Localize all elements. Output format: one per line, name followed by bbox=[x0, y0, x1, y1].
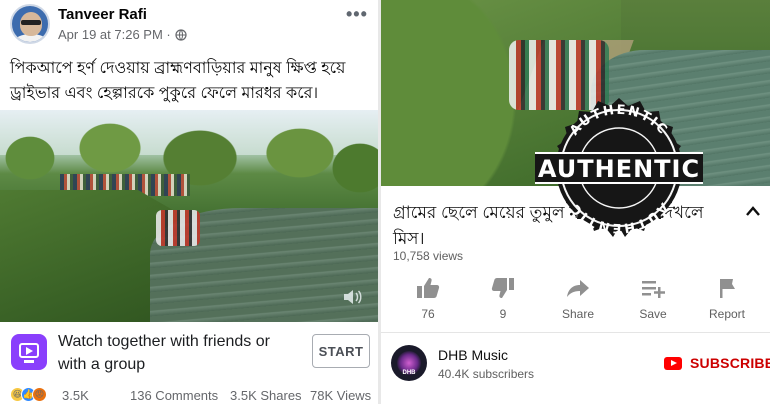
post-text: পিকআপে হর্ণ দেওয়ায় ব্রাহ্মণবাড়িয়ার ম… bbox=[10, 60, 346, 102]
youtube-page: গ্রামের ছেলে মেয়ের তুমুল মারামারি। না দ… bbox=[381, 0, 770, 404]
channel-avatar[interactable]: DHB bbox=[391, 345, 427, 381]
post-stats: 😆 👍 😡 3.5K 136 Comments 3.5K Shares 78K … bbox=[0, 384, 378, 404]
channel-name[interactable]: DHB Music bbox=[438, 347, 508, 363]
subscribe-label: SUBSCRIBE bbox=[690, 355, 770, 371]
share-label: Share bbox=[561, 307, 595, 321]
like-button[interactable]: 76 bbox=[396, 276, 460, 326]
save-label: Save bbox=[639, 307, 667, 321]
dislike-count: 9 bbox=[499, 307, 507, 321]
comments-count[interactable]: 136 Comments bbox=[130, 388, 218, 403]
author-avatar[interactable] bbox=[10, 4, 50, 44]
view-count: 10,758 views bbox=[393, 249, 464, 263]
channel-row: DHB DHB Music 40.4K subscribers SUBSCRIB… bbox=[381, 332, 770, 392]
watch-party-icon bbox=[11, 334, 47, 370]
timestamp-text: Apr 19 at 7:26 PM · bbox=[58, 27, 171, 42]
dislike-button[interactable]: 9 bbox=[471, 276, 535, 326]
save-button[interactable]: Save bbox=[621, 276, 685, 326]
post-header: Tanveer Rafi Apr 19 at 7:26 PM · ••• bbox=[0, 0, 378, 52]
subscriber-count: 40.4K subscribers bbox=[438, 367, 535, 381]
reaction-count[interactable]: 3.5K bbox=[62, 388, 89, 403]
thumbs-down-icon bbox=[491, 278, 514, 298]
watch-together-row: Watch together with friends or with a gr… bbox=[0, 322, 378, 384]
facebook-post: Tanveer Rafi Apr 19 at 7:26 PM · ••• পিক… bbox=[0, 0, 378, 404]
globe-icon bbox=[175, 28, 187, 41]
authentic-stamp: AUTHENTIC AUTHENTIC AUTHENTIC bbox=[535, 98, 703, 237]
like-count: 76 bbox=[421, 307, 435, 321]
thumbs-up-icon bbox=[417, 278, 440, 298]
subscribe-button[interactable]: SUBSCRIBE bbox=[664, 355, 770, 371]
author-name[interactable]: Tanveer Rafi bbox=[58, 6, 147, 23]
more-options-icon[interactable]: ••• bbox=[346, 4, 368, 25]
shares-count[interactable]: 3.5K Shares bbox=[230, 388, 302, 403]
angry-reaction-icon: 😡 bbox=[32, 387, 47, 402]
add-to-playlist-icon bbox=[642, 281, 665, 298]
youtube-logo-icon bbox=[664, 356, 682, 370]
action-bar: 76 9 Share Save Report bbox=[381, 276, 770, 328]
views-count: 78K Views bbox=[310, 388, 372, 403]
share-icon bbox=[567, 280, 589, 297]
stamp-main-text: AUTHENTIC bbox=[538, 155, 700, 183]
reaction-icons[interactable]: 😆 👍 😡 bbox=[10, 387, 47, 404]
start-watch-party-button[interactable]: START bbox=[312, 334, 370, 368]
post-timestamp[interactable]: Apr 19 at 7:26 PM · bbox=[58, 27, 187, 42]
report-label: Report bbox=[708, 307, 746, 321]
volume-icon[interactable] bbox=[342, 288, 362, 306]
report-button[interactable]: Report bbox=[695, 276, 759, 326]
watch-together-text: Watch together with friends or with a gr… bbox=[58, 333, 270, 373]
chevron-up-icon[interactable] bbox=[745, 205, 761, 217]
post-video[interactable] bbox=[0, 110, 378, 322]
channel-avatar-text: DHB bbox=[402, 370, 416, 376]
share-button[interactable]: Share bbox=[546, 276, 610, 326]
flag-icon bbox=[720, 279, 735, 298]
